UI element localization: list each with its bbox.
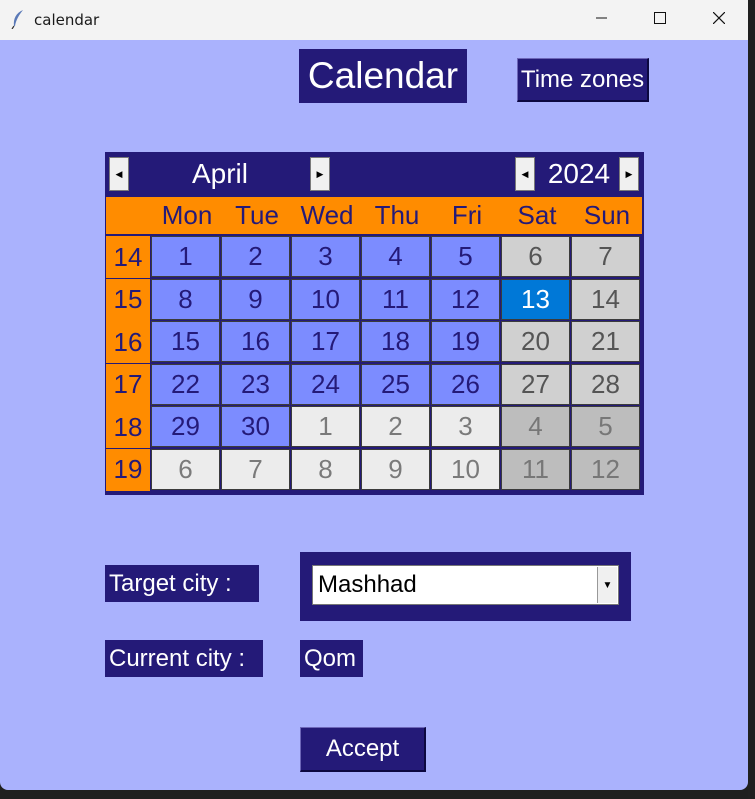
day-cell[interactable]: 17 [291,321,360,362]
next-year-button[interactable]: ▶ [619,157,639,191]
accept-button[interactable]: Accept [300,727,426,772]
day-cell[interactable]: 10 [291,278,360,320]
day-cell[interactable]: 8 [151,278,220,320]
app-window: calendar Calendar Time zones ◀ April ▶ ◀ [0,0,748,790]
day-cell[interactable]: 18 [361,321,430,362]
weekday-label: Thu [374,200,420,230]
weekday-label: Wed [300,200,354,230]
month-label: April [191,158,248,189]
arrow-left-icon: ◀ [115,168,123,179]
current-city-label: Current city : [105,640,263,677]
time-zones-button[interactable]: Time zones [517,58,649,102]
calendar-widget: ◀ April ▶ ◀ 2024 ▶ Mon Tue Wed Thu Fri S… [105,152,644,495]
weekday-label: Sat [517,200,557,230]
day-cell[interactable]: 9 [361,448,430,490]
title-bar: calendar [0,0,748,40]
week-number: 15 [106,278,150,321]
day-cell[interactable]: 2 [361,406,430,447]
dropdown-arrow-icon[interactable]: ▼ [597,567,617,603]
target-city-value: Mashhad [318,571,417,598]
close-button[interactable] [690,0,748,40]
maximize-icon [654,11,666,29]
day-cell[interactable]: 19 [431,321,500,362]
arrow-right-icon: ▶ [625,168,633,179]
arrow-right-icon: ▶ [316,168,324,179]
day-cell[interactable]: 5 [431,236,500,277]
week-number: 18 [106,406,150,448]
day-cell[interactable]: 10 [431,448,500,490]
day-cell[interactable]: 8 [291,448,360,490]
day-cell[interactable]: 6 [151,448,220,490]
target-city-frame: Mashhad ▼ [300,552,631,621]
week-number: 19 [106,448,150,491]
day-cell[interactable]: 9 [221,278,290,320]
day-cell[interactable]: 3 [291,236,360,277]
day-cell[interactable]: 30 [221,406,290,447]
minimize-button[interactable] [573,0,631,40]
day-cell[interactable]: 7 [221,448,290,490]
day-cell[interactable]: 1 [151,236,220,277]
day-cell[interactable]: 4 [501,406,570,447]
day-cell[interactable]: 28 [571,363,640,405]
maximize-button[interactable] [631,0,689,40]
week-number: 14 [106,236,150,278]
selected-day-cell[interactable]: 13 [501,278,570,320]
day-cell[interactable]: 4 [361,236,430,277]
day-cell[interactable]: 12 [571,448,640,490]
week-number: 16 [106,321,150,363]
close-icon [712,11,726,29]
day-cell[interactable]: 14 [571,278,640,320]
day-cell[interactable]: 6 [501,236,570,277]
prev-year-button[interactable]: ◀ [515,157,535,191]
day-cell[interactable]: 26 [431,363,500,405]
day-cell[interactable]: 20 [501,321,570,362]
day-cell[interactable]: 16 [221,321,290,362]
year-label: 2024 [547,158,611,189]
weekday-label: Tue [235,200,279,230]
window-title: calendar [34,11,100,29]
minimize-icon [596,11,608,29]
next-month-button[interactable]: ▶ [310,157,330,191]
day-cell[interactable]: 29 [151,406,220,447]
day-cell[interactable]: 2 [221,236,290,277]
day-cell[interactable]: 27 [501,363,570,405]
day-cell[interactable]: 11 [361,278,430,320]
feather-icon [10,9,26,30]
day-cell[interactable]: 21 [571,321,640,362]
target-city-combobox[interactable]: Mashhad ▼ [312,565,619,605]
current-city-value: Qom [300,640,363,677]
weekday-label: Mon [161,200,213,230]
arrow-left-icon: ◀ [521,168,529,179]
day-cell[interactable]: 22 [151,363,220,405]
day-cell[interactable]: 23 [221,363,290,405]
day-cell[interactable]: 24 [291,363,360,405]
day-cell[interactable]: 15 [151,321,220,362]
day-cell[interactable]: 12 [431,278,500,320]
prev-month-button[interactable]: ◀ [109,157,129,191]
weekday-header: Mon Tue Wed Thu Fri Sat Sun [106,197,642,234]
day-cell[interactable]: 3 [431,406,500,447]
target-city-label: Target city : [105,565,259,602]
page-title: Calendar [299,49,467,103]
day-cell[interactable]: 1 [291,406,360,447]
day-cell[interactable]: 11 [501,448,570,490]
day-cell[interactable]: 5 [571,406,640,447]
weekday-label: Fri [451,200,483,230]
day-cell[interactable]: 7 [571,236,640,277]
weekday-label: Sun [583,200,631,230]
day-cell[interactable]: 25 [361,363,430,405]
week-number: 17 [106,363,150,406]
background-strip [748,40,755,799]
